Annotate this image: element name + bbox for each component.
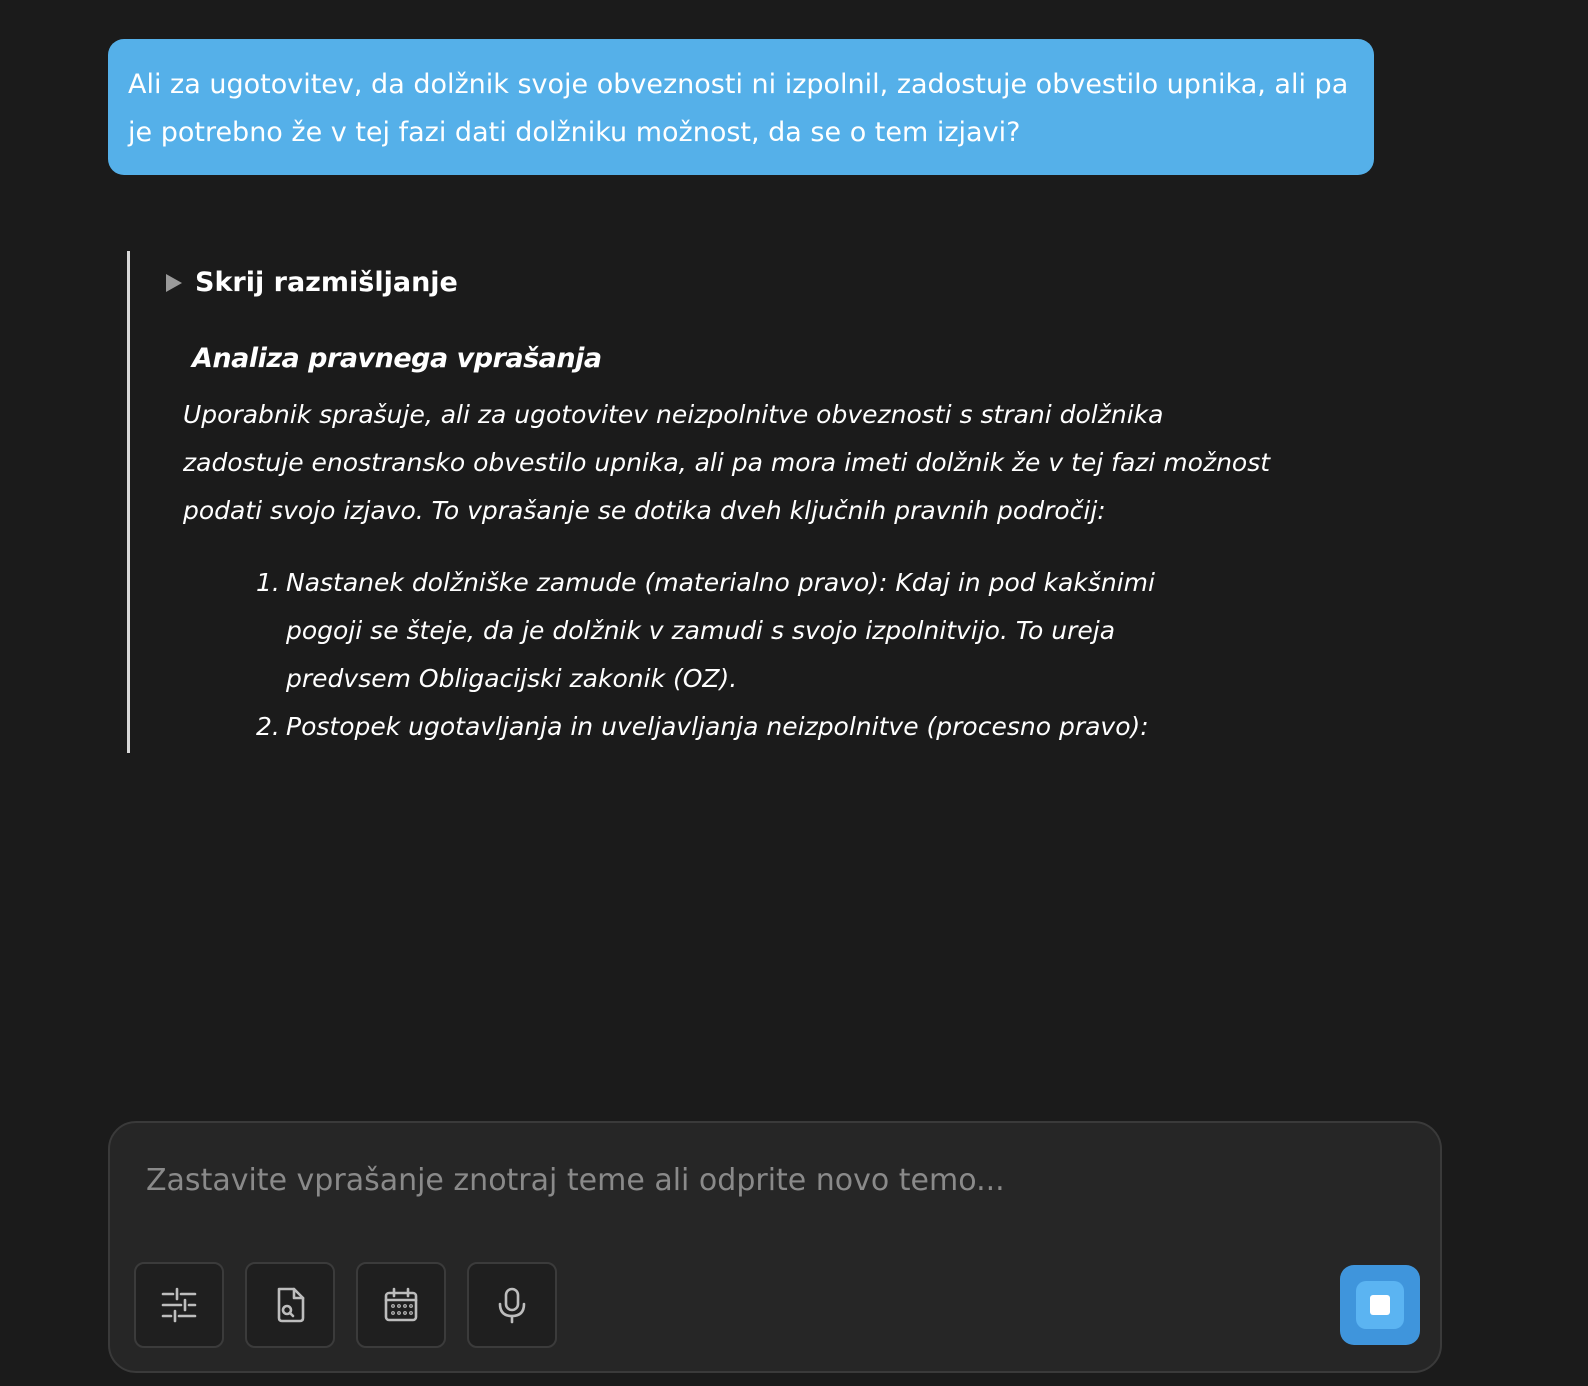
stop-icon (1356, 1281, 1404, 1329)
toggle-thinking-label: Skrij razmišljanje (195, 267, 458, 298)
toggle-thinking-button[interactable]: Skrij razmišljanje (166, 267, 458, 298)
list-item: 1. Nastanek dolžniške zamude (materialno… (256, 559, 1186, 703)
list-item-text: Nastanek dolžniške zamude (materialno pr… (286, 568, 1155, 693)
triangle-right-icon (166, 273, 182, 292)
message-input[interactable] (146, 1153, 1346, 1207)
document-search-button[interactable] (245, 1262, 335, 1348)
settings-button[interactable] (134, 1262, 224, 1348)
voice-input-button[interactable] (467, 1262, 557, 1348)
stop-generation-button[interactable] (1340, 1265, 1420, 1345)
calendar-button[interactable] (356, 1262, 446, 1348)
list-item: 2. Postopek ugotavljanja in uveljavljanj… (256, 703, 1186, 751)
thinking-heading: Analiza pravnega vprašanja (192, 343, 602, 374)
thinking-paragraph: Uporabnik sprašuje, ali za ugotovitev ne… (183, 400, 1271, 525)
list-item-number: 2. (256, 712, 280, 741)
user-message-text: Ali za ugotovitev, da dolžnik svoje obve… (128, 69, 1349, 148)
thinking-panel: Skrij razmišljanje Analiza pravnega vpra… (127, 251, 1280, 753)
user-message-bubble: Ali za ugotovitev, da dolžnik svoje obve… (108, 39, 1374, 175)
list-item-text: Postopek ugotavljanja in uveljavljanja n… (286, 712, 1149, 741)
calendar-icon (384, 1287, 418, 1322)
message-composer (108, 1121, 1442, 1373)
file-search-icon (277, 1287, 305, 1323)
thinking-list: 1. Nastanek dolžniške zamude (materialno… (256, 559, 1186, 751)
microphone-icon (498, 1287, 526, 1324)
sliders-icon (161, 1287, 197, 1323)
list-item-number: 1. (256, 568, 280, 597)
